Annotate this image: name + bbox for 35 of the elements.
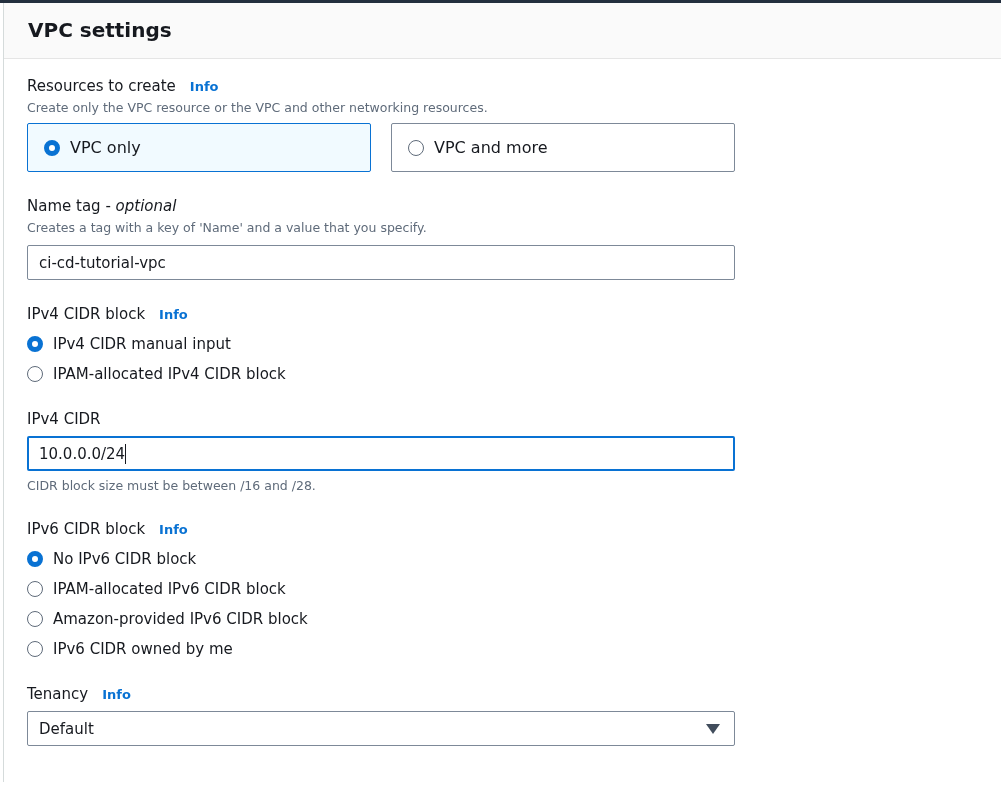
radio-label: No IPv6 CIDR block (53, 549, 197, 570)
radio-label: IPv6 CIDR owned by me (53, 639, 233, 660)
radio-button[interactable] (44, 139, 60, 156)
text-caret (125, 443, 127, 464)
radio-label: IPv4 CIDR manual input (53, 334, 231, 355)
radio-button[interactable] (27, 336, 43, 352)
panel-title: VPC settings (28, 17, 172, 44)
radio-button[interactable] (27, 551, 43, 567)
field-description: Create only the VPC resource or the VPC and other networking resources. (27, 99, 489, 117)
radio-button[interactable] (408, 139, 424, 156)
field-label: IPv4 CIDR block (27, 304, 146, 325)
info-link[interactable]: Info (159, 307, 188, 322)
radio-button[interactable] (27, 611, 43, 627)
caret-down-icon (706, 723, 720, 734)
input-field[interactable]: ci-cd-tutorial-vpc (27, 245, 735, 280)
select-dropdown[interactable]: Default (27, 711, 735, 746)
option-tile[interactable]: VPC and more (391, 123, 735, 172)
field-label: IPv4 CIDR (27, 409, 101, 430)
radio-label: IPAM-allocated IPv6 CIDR block (53, 579, 286, 600)
info-link[interactable]: Info (102, 687, 131, 702)
option-tile[interactable]: VPC only (27, 123, 371, 172)
radio-label: IPAM-allocated IPv4 CIDR block (53, 364, 286, 385)
field-label: IPv6 CIDR block (27, 519, 146, 540)
field-label: Name tag - optional (27, 196, 177, 217)
radio-label: Amazon-provided IPv6 CIDR block (53, 609, 308, 630)
input-field[interactable]: 10.0.0.0/24 (27, 436, 735, 471)
info-link[interactable]: Info (189, 79, 219, 94)
radio-button[interactable] (27, 366, 43, 382)
radio-button[interactable] (27, 641, 43, 657)
field-hint: CIDR block size must be between /16 and /28. (27, 477, 317, 495)
field-label: Resources to create (27, 76, 176, 97)
field-label: Tenancy (27, 684, 89, 705)
field-description: Creates a tag with a key of 'Name' and a value that you specify. (27, 219, 428, 237)
info-link[interactable]: Info (159, 522, 188, 537)
radio-button[interactable] (27, 581, 43, 597)
